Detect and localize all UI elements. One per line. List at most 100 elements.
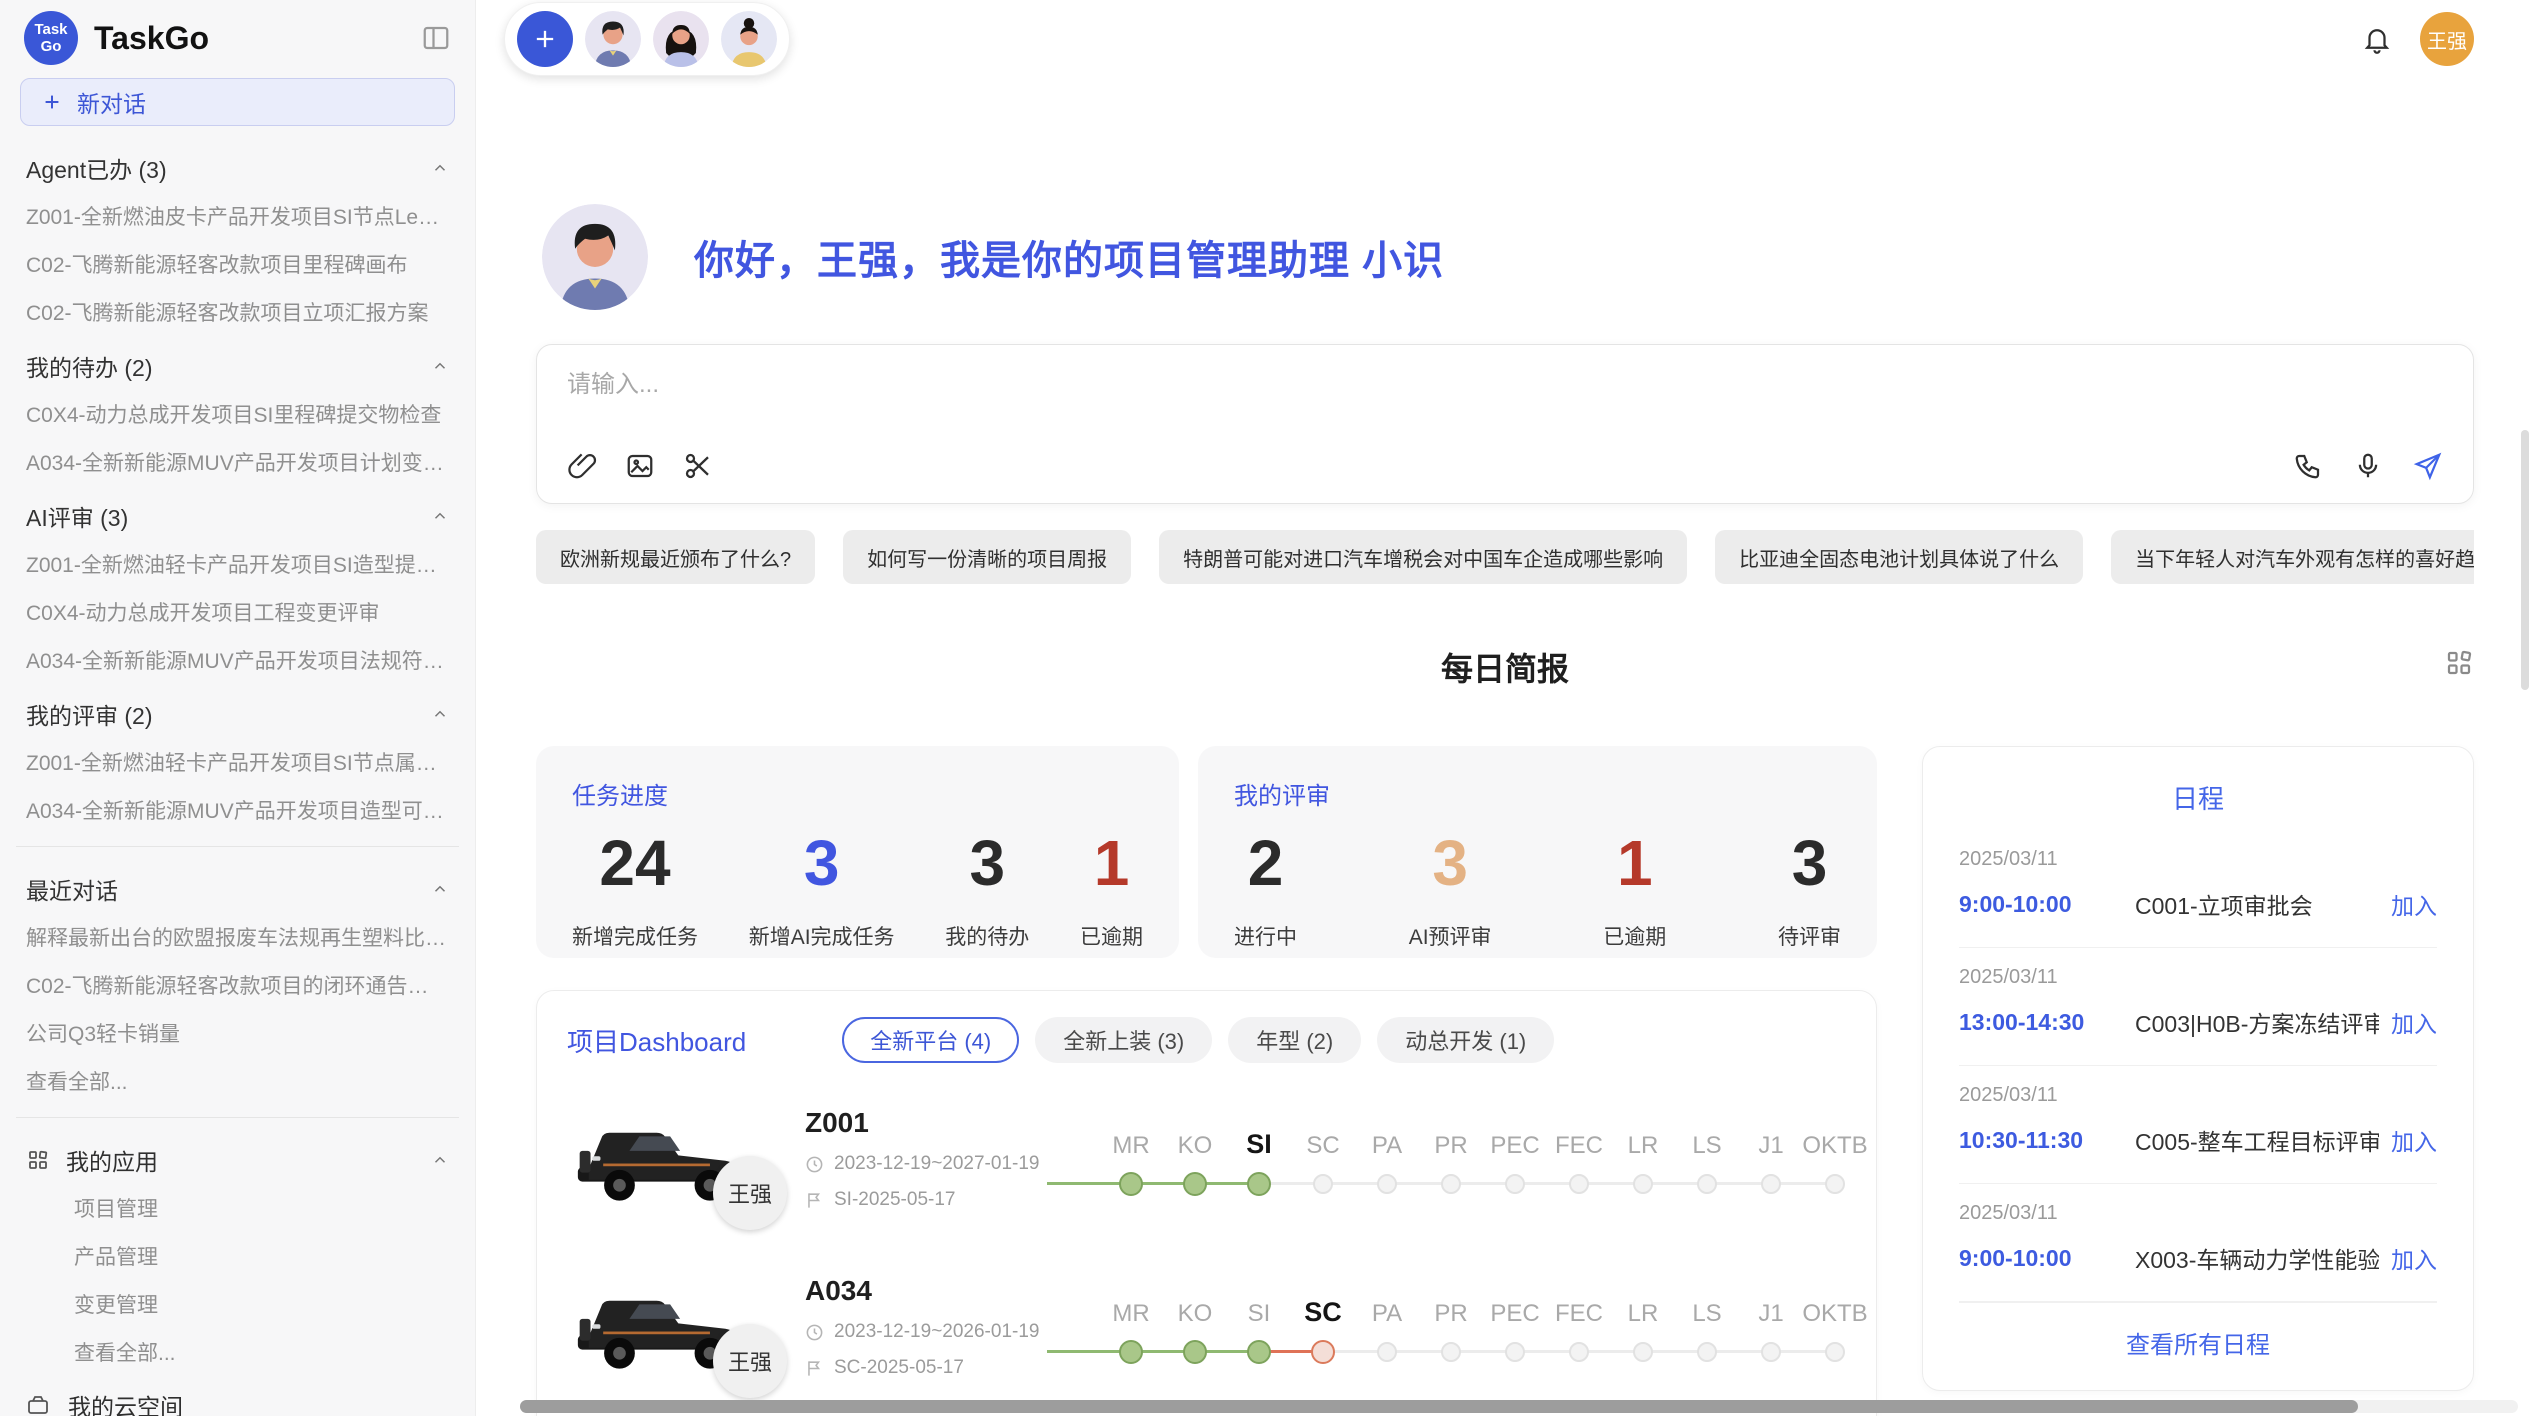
tab-powertrain-dev[interactable]: 动总开发 (1) — [1377, 1017, 1554, 1063]
join-meeting-link[interactable]: 加入 — [2391, 1123, 2437, 1157]
date-range: 2023-12-19~2027-01-19 — [834, 1153, 1039, 1175]
cloud-box-icon — [26, 1393, 50, 1416]
milestone-label: J1 — [1739, 1288, 1803, 1328]
milestone-node — [1313, 1174, 1333, 1194]
notification-bell-button[interactable] — [2362, 24, 2392, 54]
milestone-label: OKTB — [1803, 1288, 1867, 1328]
join-meeting-link[interactable]: 加入 — [2391, 1241, 2437, 1275]
event-name: C001-立项审批会 — [2135, 887, 2379, 921]
chevron-up-icon — [431, 1151, 449, 1169]
join-meeting-link[interactable]: 加入 — [2391, 1005, 2437, 1039]
voice-call-button[interactable] — [2293, 451, 2323, 481]
add-agent-button[interactable] — [517, 11, 573, 67]
agent-avatar-2[interactable] — [653, 11, 709, 67]
paperclip-icon — [567, 451, 597, 481]
view-all-schedule-link[interactable]: 查看所有日程 — [1959, 1302, 2437, 1380]
agent-avatar-3[interactable] — [721, 11, 777, 67]
sidebar-item[interactable]: C02-飞腾新能源轻客改款项目里程碑画布 — [16, 240, 459, 288]
sidebar-item[interactable]: C02-飞腾新能源轻客改款项目立项汇报方案 — [16, 288, 459, 336]
project-milestone-date: SI-2025-05-17 — [805, 1189, 1055, 1211]
chat-input[interactable] — [567, 371, 2443, 399]
milestone-label: MR — [1099, 1288, 1163, 1328]
milestone-timeline: MR KO SI SC PA PR PEC FEC LR LS J1 OKTB — [1099, 1284, 1867, 1370]
vertical-scrollbar-thumb[interactable] — [2521, 430, 2529, 690]
sidebar-item[interactable]: Z001-全新燃油轻卡产品开发项目SI节点属性5D文件评审 — [16, 738, 459, 786]
send-button[interactable] — [2413, 451, 2443, 481]
grid-icon — [2444, 648, 2474, 678]
project-media: 王强 — [567, 1268, 783, 1386]
milestone-node-overdue — [1311, 1340, 1335, 1364]
milestone-label: SI — [1227, 1288, 1291, 1328]
suggestion-chip[interactable]: 当下年轻人对汽车外观有怎样的喜好趋势 — [2111, 530, 2474, 584]
tab-new-body[interactable]: 全新上装 (3) — [1035, 1017, 1212, 1063]
sidebar-item[interactable]: C0X4-动力总成开发项目工程变更评审 — [16, 588, 459, 636]
horizontal-scrollbar-thumb[interactable] — [520, 1400, 2358, 1413]
project-row-a034[interactable]: 王强 A034 2023-12-19~2026-01-19 SC-2025-05… — [567, 1255, 1846, 1399]
recent-chat-item[interactable]: C02-飞腾新能源轻客改款项目的闭环通告反馈情况 — [16, 961, 459, 1009]
attach-file-button[interactable] — [567, 451, 597, 481]
layout-toggle-button[interactable] — [2444, 648, 2474, 678]
suggestion-chip[interactable]: 欧洲新规最近颁布了什么? — [536, 530, 815, 584]
suggestion-chip[interactable]: 比亚迪全固态电池计划具体说了什么 — [1715, 530, 2083, 584]
milestone-date: SI-2025-05-17 — [834, 1189, 955, 1211]
app-link-project-mgmt[interactable]: 项目管理 — [16, 1184, 459, 1232]
section-header[interactable]: AI评审 (3) — [16, 486, 459, 540]
event-date: 2025/03/11 — [1959, 1084, 2437, 1107]
milestone: OKTB — [1803, 1120, 1867, 1202]
composer-tools-left — [567, 451, 713, 481]
sidebar-item-cloud-space[interactable]: 我的云空间 — [16, 1376, 459, 1416]
sidebar-item-my-apps[interactable]: 我的应用 — [16, 1130, 459, 1184]
milestone-node — [1825, 1174, 1845, 1194]
stat-new-done: 24 新增完成任务 — [572, 827, 698, 951]
stat-value: 1 — [1080, 827, 1143, 901]
insert-image-button[interactable] — [625, 451, 655, 481]
milestone-node — [1441, 1342, 1461, 1362]
section-header[interactable]: 我的评审 (2) — [16, 684, 459, 738]
phone-icon — [2293, 451, 2323, 481]
milestone-timeline: MR KO SI SC PA PR PEC FEC LR LS J1 OKTB — [1099, 1116, 1867, 1202]
recent-chat-item[interactable]: 解释最新出台的欧盟报废车法规再生塑料比例被调至15%... — [16, 913, 459, 961]
project-info: Z001 2023-12-19~2027-01-19 SI-2025-05-17 — [805, 1107, 1055, 1211]
sidebar-item[interactable]: A034-全新新能源MUV产品开发项目法规符合性评审 — [16, 636, 459, 684]
milestone-node — [1505, 1174, 1525, 1194]
screenshot-button[interactable] — [683, 451, 713, 481]
section-header[interactable]: 我的待办 (2) — [16, 336, 459, 390]
app-window: Task Go TaskGo 新对话 Agent已办 (3) Z001-全新燃油… — [0, 0, 2532, 1416]
assistant-avatar — [542, 204, 648, 310]
briefing-body: 任务进度 24 新增完成任务 3 新增AI完成任务 3 — [536, 746, 2474, 1416]
view-all-apps-link[interactable]: 查看全部... — [16, 1328, 459, 1376]
app-link-change-mgmt[interactable]: 变更管理 — [16, 1280, 459, 1328]
new-chat-button[interactable]: 新对话 — [20, 78, 455, 126]
section-header[interactable]: 最近对话 — [16, 859, 459, 913]
sidebar-item[interactable]: A034-全新新能源MUV产品开发项目造型可行性评审 — [16, 786, 459, 834]
sidebar-item[interactable]: Z001-全新燃油皮卡产品开发项目SI节点Lesson Learn报告 — [16, 192, 459, 240]
suggestion-chip[interactable]: 如何写一份清晰的项目周报 — [843, 530, 1131, 584]
view-all-chats-link[interactable]: 查看全部... — [16, 1057, 459, 1105]
sidebar-item[interactable]: Z001-全新燃油轻卡产品开发项目SI造型提交物评审 — [16, 540, 459, 588]
user-avatar[interactable]: 王强 — [2420, 12, 2474, 66]
milestone: SI — [1227, 1120, 1291, 1202]
app-link-product-mgmt[interactable]: 产品管理 — [16, 1232, 459, 1280]
sidebar-section-my-review: 我的评审 (2) Z001-全新燃油轻卡产品开发项目SI节点属性5D文件评审 A… — [16, 684, 459, 834]
greeting-text: 你好，王强，我是你的项目管理助理 小识 — [694, 228, 1444, 286]
agent-avatar-1[interactable] — [585, 11, 641, 67]
sidebar-item[interactable]: A034-全新新能源MUV产品开发项目计划变更表编写 — [16, 438, 459, 486]
join-meeting-link[interactable]: 加入 — [2391, 887, 2437, 921]
sidebar-item[interactable]: C0X4-动力总成开发项目SI里程碑提交物检查 — [16, 390, 459, 438]
tab-new-platform[interactable]: 全新平台 (4) — [842, 1017, 1019, 1063]
recent-chat-item[interactable]: 公司Q3轻卡销量 — [16, 1009, 459, 1057]
sidebar-collapse-button[interactable] — [421, 23, 451, 53]
composer-tools-right — [2293, 451, 2443, 481]
tab-model-year[interactable]: 年型 (2) — [1228, 1017, 1361, 1063]
suggestion-chip[interactable]: 特朗普可能对进口汽车增税会对中国车企造成哪些影响 — [1159, 530, 1687, 584]
chevron-up-icon — [431, 357, 449, 375]
project-name: A034 — [805, 1275, 1055, 1307]
section-title: Agent已办 (3) — [26, 151, 167, 185]
section-header[interactable]: Agent已办 (3) — [16, 138, 459, 192]
stat-label: 新增AI完成任务 — [749, 921, 895, 951]
logo-line2: Go — [41, 38, 62, 55]
microphone-button[interactable] — [2353, 451, 2383, 481]
logo-line1: Task — [34, 21, 67, 38]
project-row-z001[interactable]: 王强 Z001 2023-12-19~2027-01-19 SI-2025-05… — [567, 1087, 1846, 1231]
milestone-node — [1825, 1342, 1845, 1362]
